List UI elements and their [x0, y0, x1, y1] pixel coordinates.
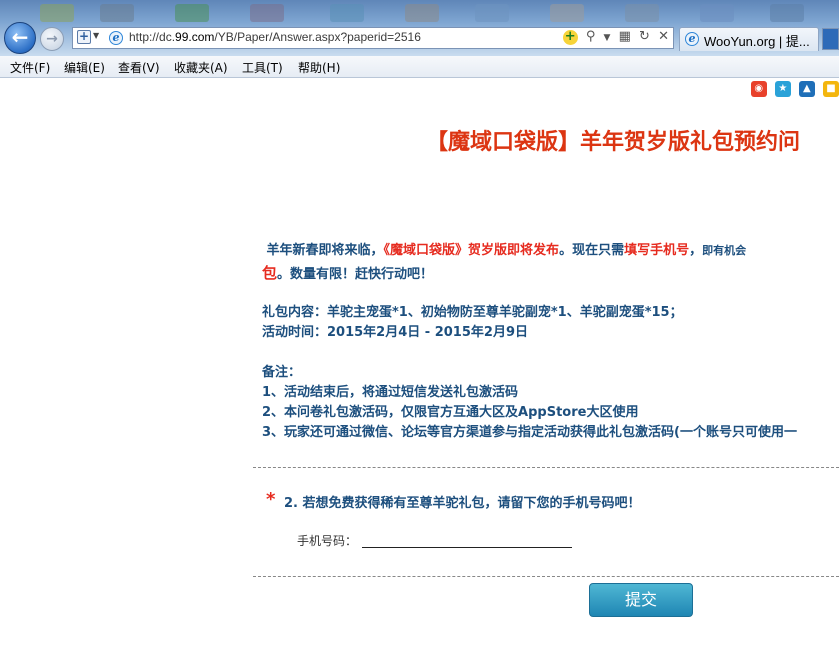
intro-text-2: 。现在只需	[559, 243, 625, 258]
question-text: 2. 若想免费获得稀有至尊羊驼礼包，请留下您的手机号码吧！	[284, 496, 641, 511]
arrow-right-icon: →	[46, 31, 58, 47]
tab-wooyun[interactable]: e WooYun.org | 提...	[679, 27, 819, 51]
address-url[interactable]: http://dc.99.com/YB/Paper/Answer.aspx?pa…	[129, 30, 421, 44]
url-path: /YB/Paper/Answer.aspx?paperid=2516	[214, 30, 421, 44]
note-item: 2、本问卷礼包激活码，仅限官方互通大区及AppStore大区使用	[262, 405, 639, 420]
desktop-icon	[405, 4, 439, 22]
chevron-down-icon[interactable]: ▼	[93, 31, 99, 40]
note-item: 1、活动结束后，将通过短信发送礼包激活码	[262, 385, 519, 400]
menu-tools[interactable]: 工具(T)	[242, 59, 283, 76]
intro-text: 羊年新春即将来临，《魔域口袋版》贺岁版即将发布。现在只需填写手机号，即有机会 包…	[262, 240, 746, 286]
phone-input[interactable]	[362, 530, 572, 548]
search-icon[interactable]: ⚲	[586, 29, 596, 44]
desktop-icon	[100, 4, 134, 22]
compat-view-icon[interactable]: ▦	[619, 29, 631, 44]
divider	[253, 576, 839, 577]
intro-text-4: 即有机会	[702, 244, 747, 257]
menu-help[interactable]: 帮助(H)	[298, 59, 340, 76]
required-marker: *	[266, 489, 276, 510]
address-tools: + ⚲ ▼ ▦ ↻ ✕	[559, 29, 669, 47]
back-button[interactable]: ←	[4, 22, 36, 54]
new-tab-button[interactable]	[822, 28, 839, 50]
refresh-icon[interactable]: ↻	[639, 29, 650, 44]
menu-file[interactable]: 文件(F)	[10, 59, 50, 76]
renren-icon[interactable]: ▲	[798, 81, 815, 97]
desktop-icon	[770, 4, 804, 22]
desktop-icon	[175, 4, 209, 22]
note-item: 3、玩家还可通过微信、论坛等官方渠道参与指定活动获得此礼包激活码(一个账号只可使…	[262, 425, 797, 440]
desktop-icon	[250, 4, 284, 22]
divider	[253, 467, 839, 468]
menu-bar: 文件(F) 编辑(E) 查看(V) 收藏夹(A) 工具(T) 帮助(H)	[0, 56, 839, 78]
close-icon[interactable]: ✕	[658, 29, 669, 44]
browser-toolbar: ← → + ▼ e http://dc.99.com/YB/Paper/Answ…	[0, 0, 839, 56]
chevron-down-icon[interactable]: ▼	[604, 33, 611, 43]
page-title: 【魔域口袋版】羊年贺岁版礼包预约问	[426, 129, 801, 155]
desktop-icon	[550, 4, 584, 22]
notes-heading: 备注：	[262, 365, 302, 380]
desktop-icon	[700, 4, 734, 22]
qzone-icon[interactable]: ★	[774, 81, 791, 97]
share-bar: ◉ ★ ▲ ■	[748, 81, 839, 97]
addon-icon[interactable]: +	[562, 30, 578, 45]
url-prefix: http://dc.	[129, 30, 176, 44]
intro-text-5: 。数量有限！赶快行动吧！	[277, 267, 434, 282]
forward-button[interactable]: →	[40, 27, 64, 51]
activity-time: 活动时间：2015年2月4日 - 2015年2月9日	[262, 325, 528, 340]
desktop-icon	[475, 4, 509, 22]
address-bar[interactable]: + ▼ e http://dc.99.com/YB/Paper/Answer.a…	[72, 27, 674, 49]
weibo-icon[interactable]: ◉	[750, 81, 767, 97]
intro-text-1: 羊年新春即将来临，	[266, 243, 384, 258]
tab-label: WooYun.org | 提...	[704, 34, 810, 49]
intro-highlight-phone: 填写手机号	[624, 243, 690, 258]
desktop-icon	[40, 4, 74, 22]
arrow-left-icon: ←	[11, 25, 29, 49]
desktop-icon	[625, 4, 659, 22]
douban-icon[interactable]: ■	[823, 81, 839, 97]
url-host: 99.com	[175, 30, 215, 44]
add-favorite-icon[interactable]: +	[77, 30, 91, 44]
phone-label: 手机号码：	[297, 534, 358, 548]
ie-page-icon: e	[109, 31, 123, 45]
menu-edit[interactable]: 编辑(E)	[64, 59, 105, 76]
gift-content: 礼包内容：羊驼主宠蛋*1、初始物防至尊羊驼副宠*1、羊驼副宠蛋*15；	[262, 305, 683, 320]
ie-page-icon: e	[685, 32, 699, 46]
intro-highlight-gift: 包	[262, 264, 278, 282]
submit-button[interactable]: 提交	[589, 583, 693, 617]
desktop-icon	[330, 4, 364, 22]
menu-favorites[interactable]: 收藏夹(A)	[174, 59, 228, 76]
menu-view[interactable]: 查看(V)	[118, 59, 160, 76]
intro-text-3: ，	[689, 243, 703, 258]
intro-highlight-release: 《魔域口袋版》贺岁版即将发布	[383, 243, 560, 258]
